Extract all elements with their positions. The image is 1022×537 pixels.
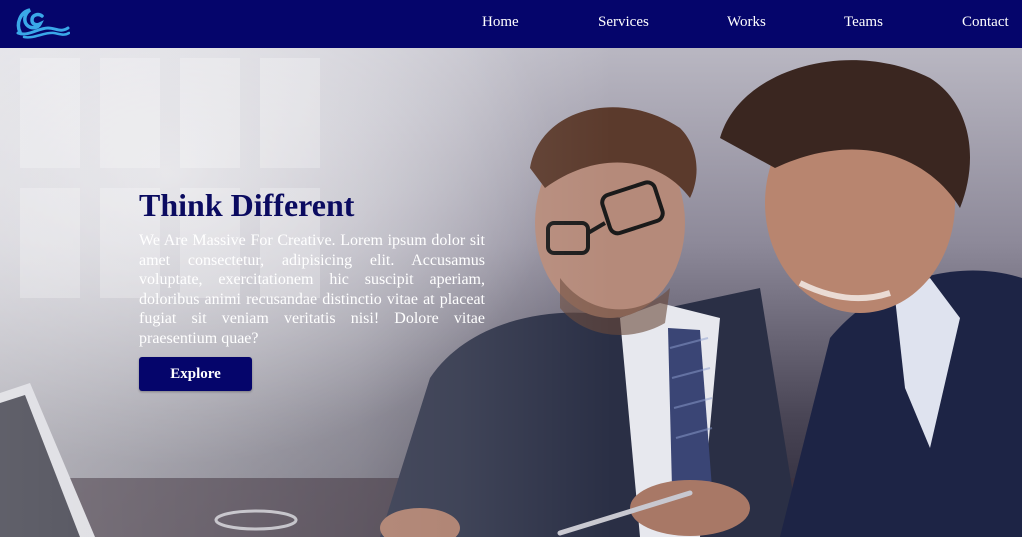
wave-logo-icon[interactable]	[14, 6, 71, 40]
hero-content: Think Different We Are Massive For Creat…	[139, 187, 485, 349]
hero-description: We Are Massive For Creative. Lorem ipsum…	[139, 232, 485, 347]
nav-home-link[interactable]: Home	[482, 14, 519, 31]
navbar: Home Services Works Teams Contact	[0, 0, 1022, 48]
nav-services-link[interactable]: Services	[598, 14, 649, 31]
nav-contact-link[interactable]: Contact	[962, 14, 1009, 31]
explore-button[interactable]: Explore	[139, 357, 252, 391]
nav-teams-link[interactable]: Teams	[844, 14, 883, 31]
nav-works-link[interactable]: Works	[727, 14, 766, 31]
hero-title: Think Different	[139, 187, 355, 223]
